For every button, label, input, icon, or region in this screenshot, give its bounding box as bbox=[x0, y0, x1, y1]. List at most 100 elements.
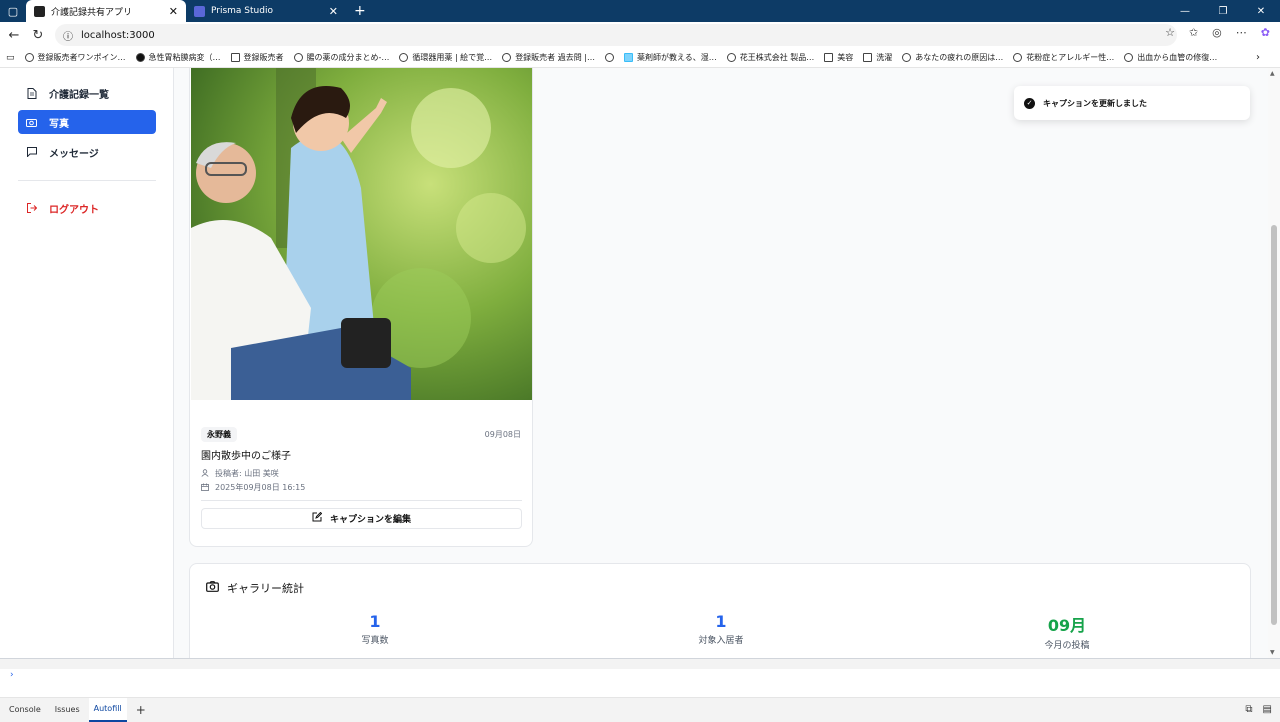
bookmark-item[interactable]: あなたの疲れの原因は… bbox=[902, 52, 1003, 63]
care-photo[interactable] bbox=[191, 68, 532, 400]
bookmark-label: 腸の薬の成分まとめ-… bbox=[306, 53, 390, 62]
toast-message: キャプションを更新しました bbox=[1043, 98, 1147, 108]
globe-icon bbox=[902, 53, 912, 62]
globe-icon bbox=[1013, 53, 1023, 62]
reload-icon[interactable]: ↻ bbox=[30, 28, 46, 43]
calendar-icon bbox=[201, 483, 209, 493]
bookmark-label: 薬剤師が教える、湿… bbox=[636, 53, 717, 62]
back-icon[interactable]: ← bbox=[6, 28, 22, 43]
close-tab-icon[interactable]: ✕ bbox=[329, 5, 338, 18]
extension-icon[interactable]: ◎ bbox=[1212, 26, 1222, 39]
window-controls: — ❐ ✕ bbox=[1166, 0, 1280, 22]
bookmark-item[interactable]: 薬剤師が教える、湿… bbox=[623, 52, 717, 63]
scroll-down-icon[interactable]: ▼ bbox=[1270, 649, 1275, 656]
bookmark-item[interactable]: 腸の薬の成分まとめ-… bbox=[293, 52, 390, 63]
bookmark-label: 花王株式会社 製品… bbox=[739, 53, 815, 62]
edit-caption-label: キャプションを編集 bbox=[329, 515, 411, 525]
bookmark-label: 花粉症とアレルギー性… bbox=[1026, 53, 1115, 62]
sidebar-item-photos[interactable]: 写真 bbox=[18, 110, 156, 134]
user-icon bbox=[201, 468, 209, 479]
stat-photo-count: 1 写真数 bbox=[275, 612, 475, 646]
logout-label: ログアウト bbox=[49, 204, 99, 216]
edit-icon bbox=[312, 511, 323, 525]
bookmark-item[interactable]: 循環器用薬 | 絵で覚… bbox=[399, 52, 492, 63]
resident-badge: 永野義 bbox=[201, 427, 237, 442]
tab-care-app[interactable]: 介護記録共有アプリ ✕ bbox=[26, 0, 186, 22]
stats-title: ギャラリー統計 bbox=[227, 582, 304, 595]
sidebar-item-label: 写真 bbox=[49, 118, 69, 130]
folder-icon bbox=[824, 53, 834, 62]
url-field[interactable]: ⓘ localhost:3000 bbox=[55, 24, 1177, 46]
devtools-panel: › Console Issues Autofill + ⧉ ▤ bbox=[0, 658, 1280, 722]
globe-icon bbox=[604, 53, 614, 62]
more-menu-icon[interactable]: ⋯ bbox=[1236, 26, 1247, 39]
bookmark-folder[interactable]: 洗濯 bbox=[863, 52, 892, 63]
minimize-icon[interactable]: — bbox=[1166, 0, 1204, 22]
datetime-text: 2025年09月08日 16:15 bbox=[215, 483, 306, 492]
app-page: 介護記録一覧 写真 メッセージ ログアウト 永野義 09月08日 園内散歩中のご… bbox=[0, 68, 1268, 658]
gallery-stats-card: ギャラリー統計 1 写真数 1 対象入居者 09月 今月の投稿 bbox=[189, 563, 1251, 658]
copilot-icon[interactable]: ✿ bbox=[1261, 26, 1270, 39]
restore-icon[interactable]: ❐ bbox=[1204, 0, 1242, 22]
close-tab-icon[interactable]: ✕ bbox=[169, 5, 178, 18]
add-tab-button[interactable]: + bbox=[131, 698, 151, 722]
bookmark-item[interactable]: 急性胃粘膜病変（… bbox=[135, 52, 221, 63]
stat-value: 09月 bbox=[1047, 616, 1087, 635]
bookmark-folder[interactable]: 美容 bbox=[824, 52, 853, 63]
site-icon bbox=[623, 53, 633, 62]
camera-icon bbox=[206, 581, 219, 595]
bookmark-folder[interactable]: 登録販売者 bbox=[230, 52, 284, 63]
bookmark-label: 登録販売者 bbox=[243, 53, 284, 62]
globe-icon bbox=[1124, 53, 1134, 62]
bookmark-item[interactable]: 登録販売者 過去問 |… bbox=[502, 52, 595, 63]
devtools-tabs: Console Issues Autofill + ⧉ ▤ bbox=[0, 697, 1280, 722]
tab-prisma-studio[interactable]: Prisma Studio ✕ bbox=[186, 0, 346, 22]
toast-notification: ✓ キャプションを更新しました bbox=[1014, 86, 1250, 120]
url-text: localhost:3000 bbox=[81, 29, 155, 41]
tab-autofill[interactable]: Autofill bbox=[88, 697, 127, 722]
tab-issues[interactable]: Issues bbox=[50, 698, 85, 722]
app-favicon-icon bbox=[34, 5, 45, 17]
new-tab-button[interactable]: + bbox=[346, 3, 374, 19]
favorites-icon[interactable]: ✩ bbox=[1189, 26, 1198, 39]
reading-icon[interactable]: ▭ bbox=[6, 53, 15, 63]
bookmark-label: 登録販売者 過去問 |… bbox=[515, 53, 595, 62]
stat-value: 1 bbox=[369, 612, 381, 631]
console-prompt[interactable]: › bbox=[10, 670, 14, 680]
message-icon bbox=[26, 147, 37, 158]
site-icon bbox=[135, 53, 145, 62]
stat-label: 写真数 bbox=[361, 636, 389, 646]
bookmark-item[interactable]: 登録販売者ワンポイン… bbox=[24, 52, 126, 63]
browser-tab-bar: ▢ 介護記録共有アプリ ✕ Prisma Studio ✕ + — ❐ ✕ bbox=[0, 0, 1280, 22]
dock-icon[interactable]: ⧉ bbox=[1245, 704, 1252, 715]
bookmark-label: 循環器用薬 | 絵で覚… bbox=[412, 53, 493, 62]
bookmark-item[interactable]: 出血から血管の修復… bbox=[1124, 52, 1217, 63]
scrollbar-thumb[interactable] bbox=[1271, 225, 1277, 625]
globe-icon bbox=[726, 53, 736, 62]
bookmarks-overflow-icon[interactable]: › bbox=[1256, 52, 1260, 63]
photo-date: 09月08日 bbox=[484, 430, 521, 439]
sidebar: 介護記録一覧 写真 メッセージ ログアウト bbox=[0, 68, 174, 658]
edit-caption-button[interactable]: キャプションを編集 bbox=[201, 508, 522, 529]
stat-resident-count: 1 対象入居者 bbox=[621, 612, 821, 646]
page-scrollbar[interactable]: ▲ ▼ bbox=[1268, 68, 1280, 658]
sidebar-item-records[interactable]: 介護記録一覧 bbox=[18, 81, 156, 105]
bookmark-item[interactable]: 花粉症とアレルギー性… bbox=[1013, 52, 1114, 63]
panel-icon[interactable]: ▤ bbox=[1263, 704, 1272, 715]
sidebar-item-messages[interactable]: メッセージ bbox=[18, 140, 156, 164]
stat-value: 1 bbox=[715, 612, 727, 631]
logout-button[interactable]: ログアウト bbox=[18, 196, 156, 220]
bookmark-item[interactable] bbox=[604, 53, 614, 62]
bookmark-item[interactable]: 花王株式会社 製品… bbox=[726, 52, 815, 63]
tab-console[interactable]: Console bbox=[4, 698, 46, 722]
close-window-icon[interactable]: ✕ bbox=[1242, 0, 1280, 22]
scroll-up-icon[interactable]: ▲ bbox=[1270, 70, 1275, 77]
bookmark-label: 出血から血管の修復… bbox=[1137, 53, 1218, 62]
tab-actions-icon[interactable]: ▢ bbox=[0, 0, 26, 22]
favorite-star-icon[interactable]: ☆ bbox=[1165, 26, 1175, 39]
globe-icon bbox=[293, 53, 303, 62]
site-info-icon[interactable]: ⓘ bbox=[63, 28, 73, 43]
stat-label: 今月の投稿 bbox=[1044, 641, 1090, 651]
document-icon bbox=[26, 87, 37, 99]
bookmark-label: 美容 bbox=[837, 53, 854, 62]
